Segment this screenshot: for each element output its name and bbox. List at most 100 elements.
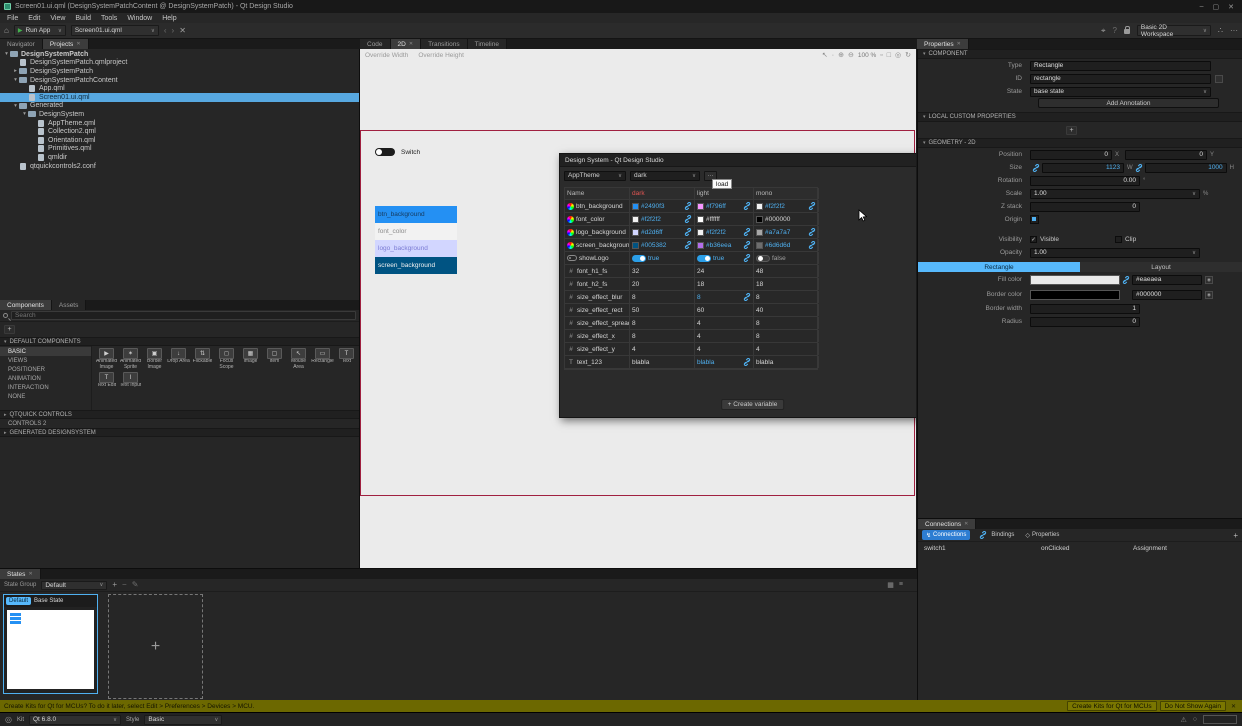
state-selector[interactable]: base state∨ <box>1030 87 1211 97</box>
back-icon[interactable]: ‹ <box>164 27 167 35</box>
color-swatch[interactable] <box>756 203 763 210</box>
tab-components[interactable]: Components <box>0 300 52 310</box>
variable-value-cell[interactable]: 60 <box>695 304 754 316</box>
variable-value-cell[interactable]: true <box>695 252 754 264</box>
component-item[interactable]: ↓Drop Area <box>167 348 190 370</box>
variable-name-cell[interactable]: showLogo <box>565 252 630 264</box>
run-target-selector[interactable]: ▶ Run App ∨ <box>14 25 66 36</box>
color-swatch[interactable] <box>697 203 704 210</box>
size-height-field[interactable]: 1000 <box>1145 163 1227 173</box>
column-dark[interactable]: dark <box>630 188 695 199</box>
more-icon[interactable]: ··· <box>1230 27 1238 35</box>
variable-value-cell[interactable]: 32 <box>630 265 695 277</box>
share-icon[interactable]: ∴ <box>1218 27 1223 35</box>
toggle-switch[interactable] <box>697 255 711 262</box>
zoom-in-icon[interactable]: ⊕ <box>838 51 844 59</box>
close-tab-icon[interactable]: ✕ <box>409 41 413 47</box>
binding-link-icon[interactable] <box>808 202 816 210</box>
color-swatch[interactable] <box>697 242 704 249</box>
visible-checkbox[interactable]: ✓ <box>1030 236 1037 243</box>
tab-properties[interactable]: Properties✕ <box>917 39 969 49</box>
menu-edit[interactable]: Edit <box>23 15 45 22</box>
tree-item[interactable]: qmldir <box>0 153 359 162</box>
geometry-section-header[interactable]: ▾GEOMETRY - 2D <box>918 138 1242 148</box>
variable-value-cell[interactable]: 8 <box>754 317 819 329</box>
tab-connections[interactable]: Connections✕ <box>918 519 976 529</box>
tree-item[interactable]: ▸DesignSystemPatch <box>0 67 359 76</box>
id-field[interactable]: rectangle <box>1030 74 1211 84</box>
color-swatch[interactable] <box>756 216 763 223</box>
variable-value-cell[interactable]: #f796ff <box>695 200 754 212</box>
variable-value-cell[interactable]: #f2f2f2 <box>754 200 819 212</box>
menu-help[interactable]: Help <box>157 15 181 22</box>
variable-value-cell[interactable]: 4 <box>695 317 754 329</box>
component-category-interaction[interactable]: INTERACTION <box>0 383 91 392</box>
frame-icon[interactable]: □ <box>887 52 891 59</box>
variable-value-cell[interactable]: 4 <box>630 343 695 355</box>
close-tab-icon[interactable]: ✕ <box>964 521 968 527</box>
column-mono[interactable]: mono <box>754 188 819 199</box>
workspace-selector[interactable]: Basic 2D Workspace ∨ <box>1137 25 1211 36</box>
refresh-icon[interactable]: ↻ <box>905 51 911 59</box>
component-category-positioner[interactable]: POSITIONER <box>0 365 91 374</box>
variable-value-cell[interactable]: 4 <box>695 343 754 355</box>
tree-item[interactable]: Orientation.qml <box>0 136 359 145</box>
lock-icon[interactable] <box>1124 29 1130 34</box>
variable-value-cell[interactable]: #6d6d6d <box>754 239 819 251</box>
tree-item[interactable]: qtquickcontrols2.conf <box>0 162 359 171</box>
variable-name-cell[interactable]: Ttext_123 <box>565 356 630 368</box>
style-selector[interactable]: Basic ∨ <box>144 715 222 725</box>
color-picker-icon[interactable]: ◉ <box>1205 291 1213 299</box>
variable-value-cell[interactable]: 24 <box>695 265 754 277</box>
close-tab-icon[interactable]: ✕ <box>957 41 961 47</box>
binding-link-icon[interactable] <box>1135 164 1143 172</box>
canvas-color-bar[interactable]: btn_background <box>375 206 457 223</box>
tree-item[interactable]: ▾DesignSystemPatch <box>0 50 359 59</box>
home-icon[interactable]: ⌂ <box>4 27 9 35</box>
variable-name-cell[interactable]: #size_effect_blur <box>565 291 630 303</box>
component-item[interactable]: ▭Rectangle <box>311 348 334 370</box>
add-annotation-button[interactable]: Add Annotation <box>1038 98 1219 108</box>
variable-value-cell[interactable]: #f2f2f2 <box>630 213 695 225</box>
color-swatch[interactable] <box>632 242 639 249</box>
switch-component[interactable]: Switch <box>375 148 420 156</box>
binding-link-icon[interactable] <box>684 228 692 236</box>
variable-value-cell[interactable]: #000000 <box>754 213 819 225</box>
menu-window[interactable]: Window <box>122 15 157 22</box>
position-y-field[interactable]: 0 <box>1125 150 1207 160</box>
scale-field[interactable]: 1.00∨ <box>1030 189 1200 199</box>
binding-link-icon[interactable] <box>1032 164 1040 172</box>
qtquick-controls-header[interactable]: ▸ QTQUICK CONTROLS <box>0 410 359 419</box>
close-notification-icon[interactable]: ✕ <box>1229 703 1238 710</box>
tab-assets[interactable]: Assets <box>52 300 87 310</box>
variable-name-cell[interactable]: #size_effect_spread <box>565 317 630 329</box>
clip-checkbox[interactable] <box>1115 236 1122 243</box>
create-variable-button[interactable]: + Create variable <box>721 399 785 410</box>
add-state-group-icon[interactable]: + <box>112 581 117 589</box>
generated-designsystem-header[interactable]: ▸ GENERATED DESIGNSYSTEM <box>0 428 359 437</box>
add-connection-icon[interactable]: + <box>1233 531 1238 540</box>
opacity-field[interactable]: 1.00∨ <box>1030 248 1200 258</box>
move-tool-icon[interactable]: ⌖ <box>1101 27 1106 35</box>
kit-settings-icon[interactable]: ◎ <box>5 715 12 724</box>
variable-value-cell[interactable]: #a7a7a7 <box>754 226 819 238</box>
variable-name-cell[interactable]: #size_effect_y <box>565 343 630 355</box>
tab-transitions[interactable]: Transitions <box>421 39 468 49</box>
tab-timeline[interactable]: Timeline <box>468 39 507 49</box>
menu-view[interactable]: View <box>45 15 70 22</box>
variable-value-cell[interactable]: #f2f2f2 <box>695 226 754 238</box>
variable-value-cell[interactable]: #2490f3 <box>630 200 695 212</box>
add-local-property-button[interactable]: + <box>1066 126 1077 135</box>
tree-expand-icon[interactable]: ▾ <box>12 103 19 109</box>
canvas-color-bar[interactable]: screen_background <box>375 257 457 274</box>
close-tab-icon[interactable]: ✕ <box>76 41 80 47</box>
zoom-out-icon[interactable]: ⊖ <box>848 51 854 59</box>
add-module-button[interactable]: + <box>4 325 15 334</box>
select-tool-icon[interactable]: ↖ <box>822 51 828 59</box>
color-swatch[interactable] <box>697 216 704 223</box>
collection-selector[interactable]: AppTheme ∨ <box>564 171 626 181</box>
binding-link-icon[interactable] <box>684 241 692 249</box>
component-item[interactable]: ▣Border Image <box>143 348 166 370</box>
variable-name-cell[interactable]: #font_h1_fs <box>565 265 630 277</box>
menu-build[interactable]: Build <box>70 15 96 22</box>
